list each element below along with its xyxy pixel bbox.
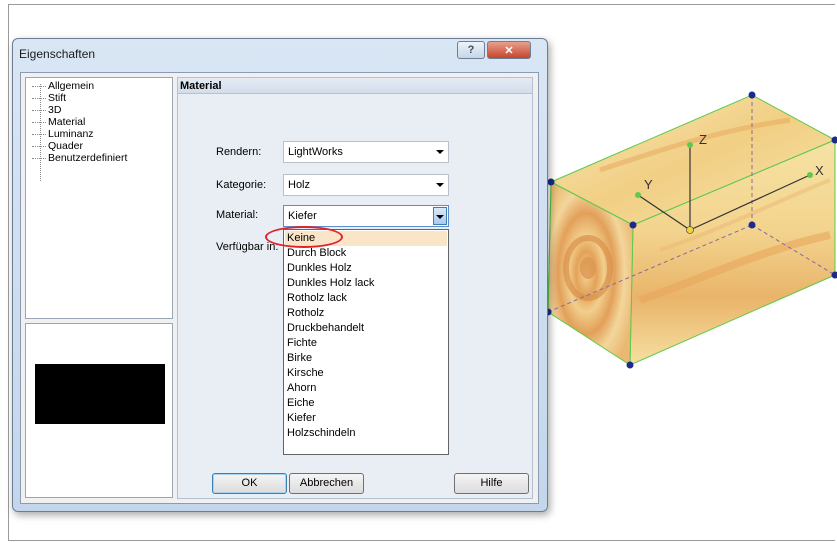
- tree-item-3d[interactable]: 3D: [32, 104, 61, 116]
- tree-item-stift[interactable]: Stift: [32, 92, 66, 104]
- material-dropdown-button[interactable]: [433, 207, 447, 225]
- ok-button[interactable]: OK: [212, 473, 287, 494]
- cancel-button[interactable]: Abbrechen: [289, 473, 364, 494]
- option-kiefer[interactable]: Kiefer: [285, 411, 447, 426]
- close-button[interactable]: ✕: [487, 41, 531, 59]
- tree-item-quader[interactable]: Quader: [32, 140, 83, 152]
- dropdown-arrow-icon: [436, 215, 444, 219]
- wood-block-3d[interactable]: Z Y X: [540, 90, 837, 380]
- option-rotholz[interactable]: Rotholz: [285, 306, 447, 321]
- option-ahorn[interactable]: Ahorn: [285, 381, 447, 396]
- title-bar[interactable]: Eigenschaften ? ✕: [13, 39, 547, 67]
- axis-z-label: Z: [699, 132, 707, 147]
- render-label: Rendern:: [216, 146, 262, 158]
- panel-title: Material: [178, 78, 532, 94]
- option-kirsche[interactable]: Kirsche: [285, 366, 447, 381]
- option-dunkles-holz[interactable]: Dunkles Holz: [285, 261, 447, 276]
- option-birke[interactable]: Birke: [285, 351, 447, 366]
- material-value: Kiefer: [288, 210, 317, 222]
- material-dropdown-list[interactable]: Keine Durch Block Dunkles Holz Dunkles H…: [283, 229, 449, 455]
- tree-item-allgemein[interactable]: Allgemein: [32, 80, 94, 92]
- dropdown-arrow-icon: [436, 150, 444, 154]
- available-label: Verfügbar in:: [216, 241, 279, 253]
- option-fichte[interactable]: Fichte: [285, 336, 447, 351]
- material-label: Material:: [216, 209, 259, 221]
- help-title-button[interactable]: ?: [457, 41, 485, 59]
- dropdown-arrow-icon: [436, 183, 444, 187]
- material-preview: [25, 323, 173, 498]
- help-button[interactable]: Hilfe: [454, 473, 529, 494]
- tree-item-luminanz[interactable]: Luminanz: [32, 128, 94, 140]
- option-holzschindeln[interactable]: Holzschindeln: [285, 426, 447, 441]
- category-label: Kategorie:: [216, 179, 267, 191]
- properties-dialog: Eigenschaften ? ✕ Allgemein Stift 3D Mat…: [12, 38, 548, 512]
- option-durch-block[interactable]: Durch Block: [285, 246, 447, 261]
- render-select[interactable]: LightWorks: [283, 141, 449, 163]
- tree-item-benutzerdefiniert[interactable]: Benutzerdefiniert: [32, 152, 127, 164]
- preview-image: [35, 364, 165, 424]
- dialog-body: Allgemein Stift 3D Material Luminanz Qua…: [20, 72, 539, 504]
- close-icon: ✕: [504, 44, 514, 57]
- dialog-title: Eigenschaften: [19, 47, 96, 61]
- category-value: Holz: [288, 179, 311, 191]
- axis-y-label: Y: [644, 177, 653, 192]
- option-rotholz-lack[interactable]: Rotholz lack: [285, 291, 447, 306]
- annotation-highlight-circle: [265, 226, 343, 248]
- tree-item-material[interactable]: Material: [32, 116, 85, 128]
- category-select[interactable]: Holz: [283, 174, 449, 196]
- axis-x-label: X: [815, 163, 824, 178]
- option-eiche[interactable]: Eiche: [285, 396, 447, 411]
- option-druckbehandelt[interactable]: Druckbehandelt: [285, 321, 447, 336]
- option-dunkles-holz-lack[interactable]: Dunkles Holz lack: [285, 276, 447, 291]
- category-tree: Allgemein Stift 3D Material Luminanz Qua…: [25, 77, 173, 319]
- render-value: LightWorks: [288, 146, 343, 158]
- material-select[interactable]: Kiefer: [283, 205, 449, 227]
- help-icon: ?: [467, 44, 475, 56]
